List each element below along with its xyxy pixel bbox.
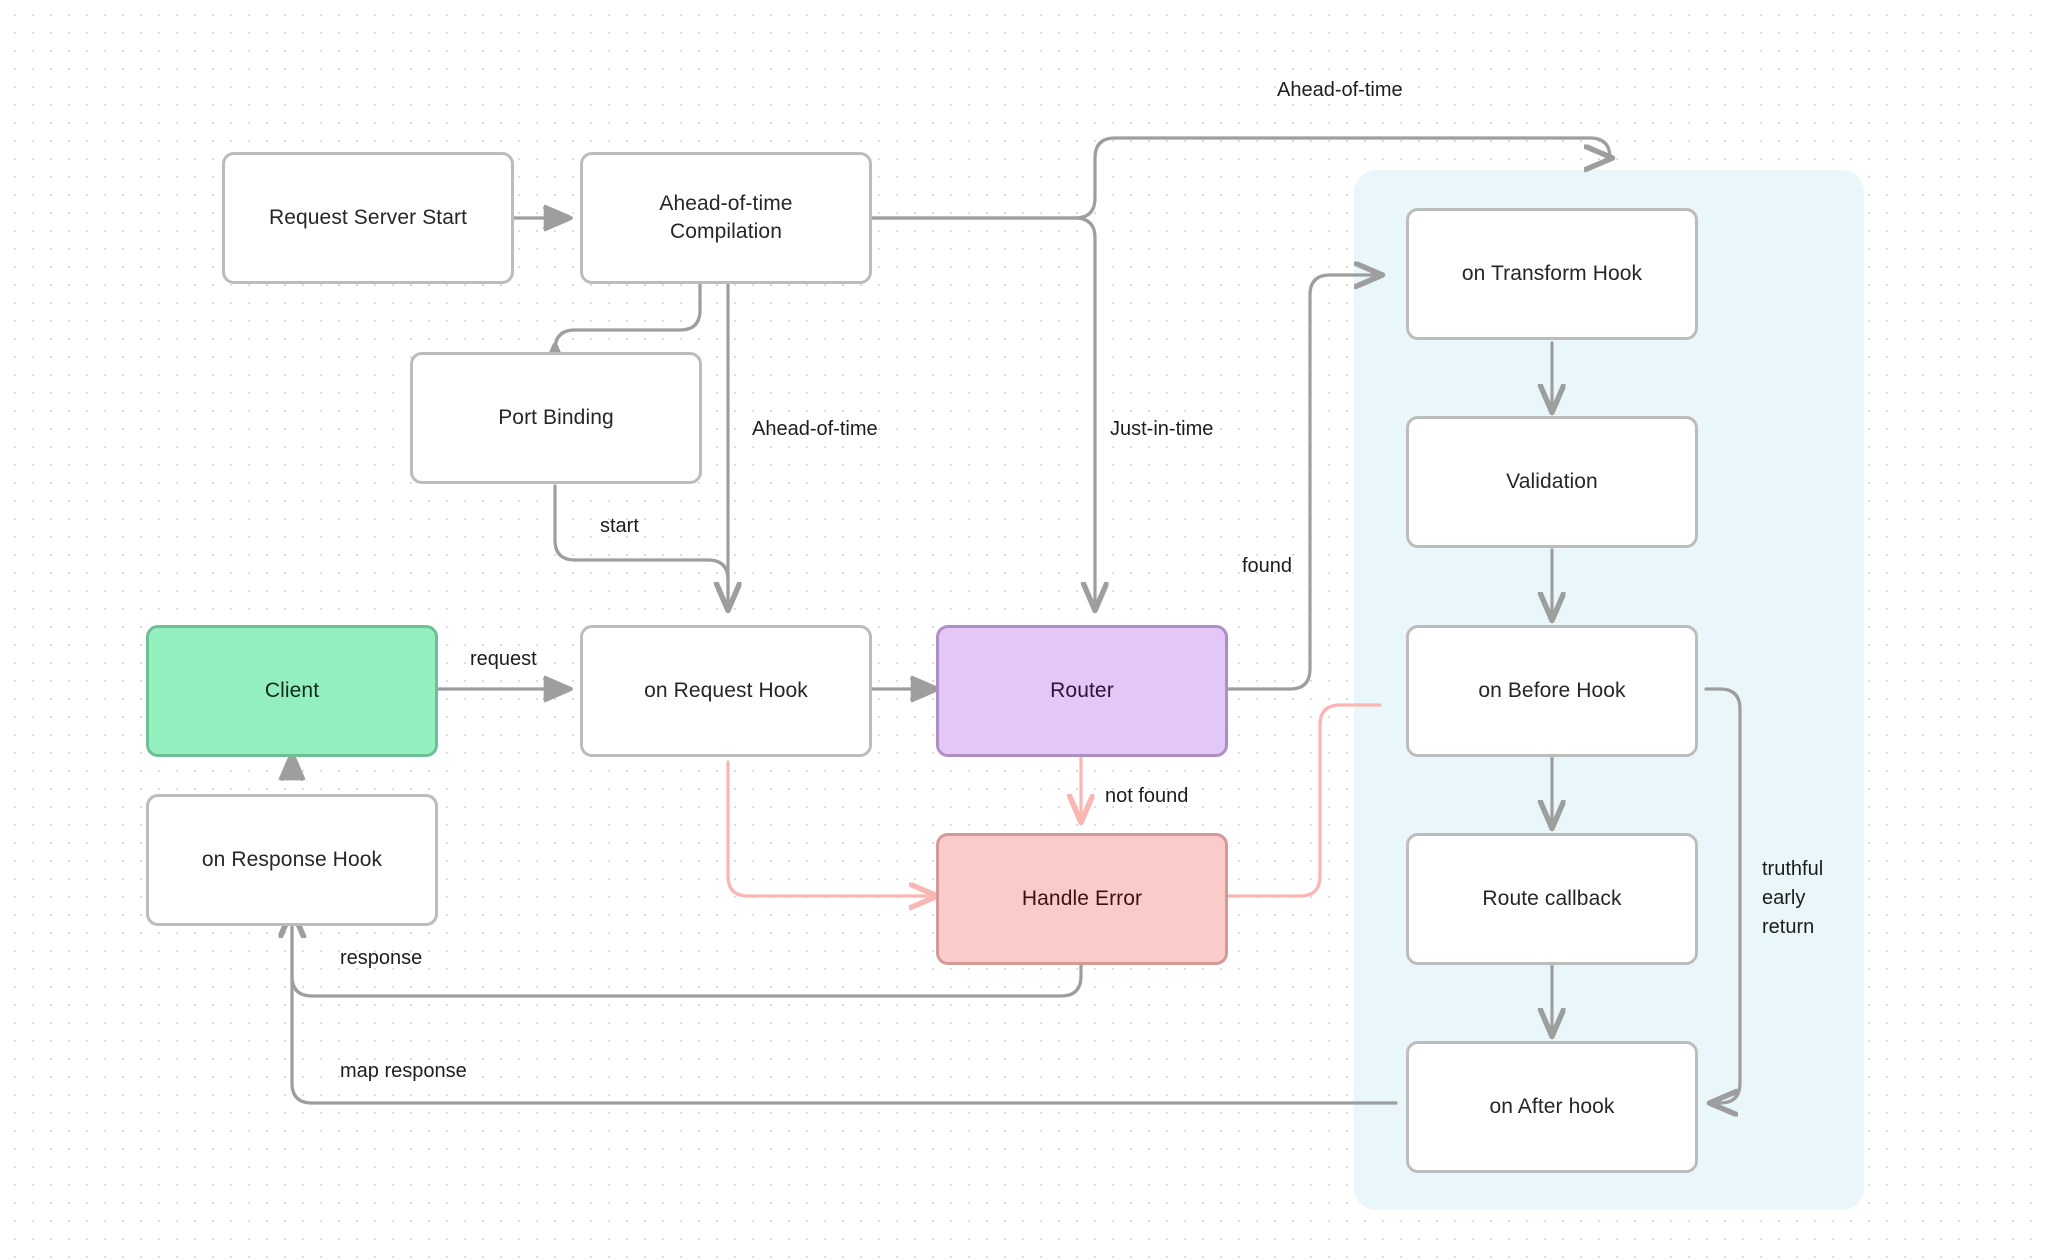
node-label: on Request Hook — [644, 678, 808, 702]
node-on-after-hook[interactable]: on After hook — [1406, 1041, 1698, 1173]
edge-label-aot-top: Ahead-of-time — [1277, 79, 1403, 101]
node-aot-compilation[interactable]: Ahead-of-time Compilation — [580, 152, 872, 284]
node-on-before-hook[interactable]: on Before Hook — [1406, 625, 1698, 757]
node-handle-error[interactable]: Handle Error — [936, 833, 1228, 965]
node-validation[interactable]: Validation — [1406, 416, 1698, 548]
edge-compilation-to-port-binding — [555, 272, 702, 350]
edge-label-map-response: map response — [340, 1060, 467, 1082]
node-label: Validation — [1506, 469, 1598, 493]
edge-request-hook-error — [726, 760, 935, 896]
edge-port-binding-start — [553, 484, 730, 608]
node-label: on Before Hook — [1478, 678, 1626, 702]
node-request-server-start[interactable]: Request Server Start — [222, 152, 514, 284]
node-label: Ahead-of-time Compilation — [659, 191, 793, 243]
edge-label-just-in-time: Just-in-time — [1110, 418, 1214, 440]
node-label: Router — [1050, 678, 1114, 702]
edge-label-truthful-early-return: truthful early return — [1762, 858, 1824, 938]
edge-label-request: request — [470, 648, 537, 670]
node-router[interactable]: Router — [936, 625, 1228, 757]
node-on-transform-hook[interactable]: on Transform Hook — [1406, 208, 1698, 340]
node-label: Route callback — [1482, 886, 1622, 910]
node-label: Client — [264, 678, 320, 702]
node-port-binding[interactable]: Port Binding — [410, 352, 702, 484]
node-on-request-hook[interactable]: on Request Hook — [580, 625, 872, 757]
edge-label-response: response — [340, 947, 423, 969]
node-label: on After hook — [1489, 1094, 1615, 1118]
node-label: Request Server Start — [268, 205, 468, 229]
edge-jit-to-router — [870, 216, 1095, 608]
edge-label-start: start — [600, 515, 639, 537]
edge-label-aot-down: Ahead-of-time — [752, 418, 878, 440]
node-client[interactable]: Client — [146, 625, 438, 757]
node-label: on Response Hook — [201, 847, 383, 871]
flowchart-canvas: Request Server Start Ahead-of-time Compi… — [0, 0, 2048, 1260]
node-route-callback[interactable]: Route callback — [1406, 833, 1698, 965]
edge-label-found: found — [1242, 555, 1293, 577]
node-label: Handle Error — [1021, 886, 1143, 910]
node-on-response-hook[interactable]: on Response Hook — [146, 794, 438, 926]
edge-label-not-found: not found — [1105, 785, 1189, 807]
node-label: Port Binding — [498, 405, 614, 429]
node-label: on Transform Hook — [1461, 261, 1643, 285]
